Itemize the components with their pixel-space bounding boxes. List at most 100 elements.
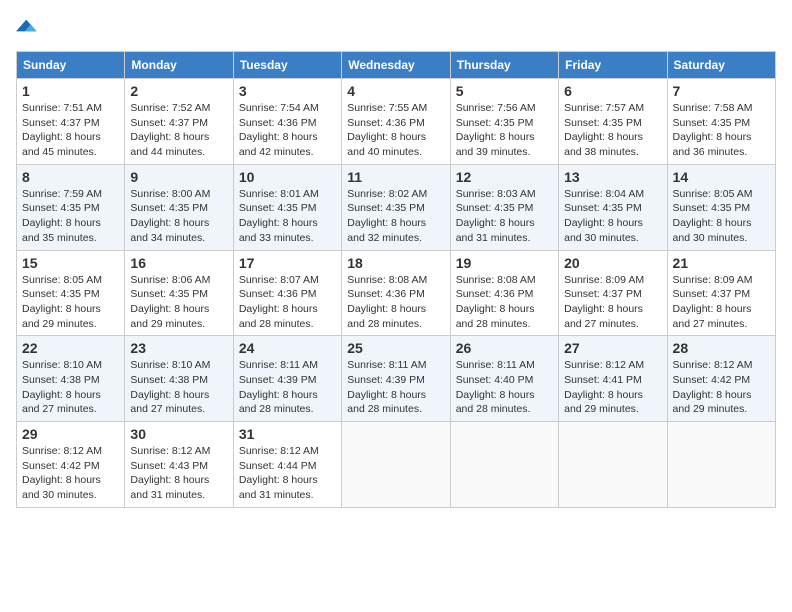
sunset-time: 4:35 PM — [603, 117, 642, 129]
sunset-time: 4:44 PM — [277, 460, 316, 472]
daylight-label: Daylight: 8 hours and 29 minutes. — [22, 303, 101, 330]
day-number: 8 — [22, 169, 119, 185]
logo-icon — [16, 16, 38, 38]
day-number: 19 — [456, 255, 553, 271]
sunset-label: Sunset: — [347, 202, 386, 214]
sunrise-time: 8:04 AM — [606, 188, 645, 200]
column-header-wednesday: Wednesday — [342, 52, 450, 79]
sunset-time: 4:35 PM — [494, 202, 533, 214]
day-info: Sunrise: 8:12 AM Sunset: 4:41 PM Dayligh… — [564, 358, 661, 417]
daylight-label: Daylight: 8 hours and 39 minutes. — [456, 131, 535, 158]
day-info: Sunrise: 8:09 AM Sunset: 4:37 PM Dayligh… — [564, 273, 661, 332]
sunset-time: 4:36 PM — [494, 288, 533, 300]
day-number: 25 — [347, 340, 444, 356]
sunrise-label: Sunrise: — [564, 274, 605, 286]
calendar-cell: 6 Sunrise: 7:57 AM Sunset: 4:35 PM Dayli… — [559, 79, 667, 165]
calendar-cell: 1 Sunrise: 7:51 AM Sunset: 4:37 PM Dayli… — [17, 79, 125, 165]
sunset-label: Sunset: — [130, 202, 169, 214]
sunset-label: Sunset: — [22, 288, 61, 300]
sunset-label: Sunset: — [456, 374, 495, 386]
sunrise-label: Sunrise: — [22, 359, 63, 371]
sunrise-label: Sunrise: — [564, 359, 605, 371]
sunrise-time: 8:08 AM — [497, 274, 536, 286]
calendar-cell: 8 Sunrise: 7:59 AM Sunset: 4:35 PM Dayli… — [17, 164, 125, 250]
day-number: 4 — [347, 83, 444, 99]
calendar-cell: 25 Sunrise: 8:11 AM Sunset: 4:39 PM Dayl… — [342, 336, 450, 422]
calendar-week-row: 22 Sunrise: 8:10 AM Sunset: 4:38 PM Dayl… — [17, 336, 776, 422]
sunrise-label: Sunrise: — [673, 274, 714, 286]
sunrise-label: Sunrise: — [22, 445, 63, 457]
day-number: 7 — [673, 83, 770, 99]
daylight-label: Daylight: 8 hours and 34 minutes. — [130, 217, 209, 244]
sunrise-time: 8:10 AM — [172, 359, 211, 371]
day-number: 16 — [130, 255, 227, 271]
sunrise-time: 8:11 AM — [497, 359, 535, 371]
sunset-label: Sunset: — [239, 288, 278, 300]
daylight-label: Daylight: 8 hours and 28 minutes. — [347, 389, 426, 416]
day-number: 6 — [564, 83, 661, 99]
sunset-time: 4:36 PM — [277, 117, 316, 129]
calendar-cell: 21 Sunrise: 8:09 AM Sunset: 4:37 PM Dayl… — [667, 250, 775, 336]
sunrise-time: 8:12 AM — [63, 445, 102, 457]
calendar-cell: 19 Sunrise: 8:08 AM Sunset: 4:36 PM Dayl… — [450, 250, 558, 336]
sunrise-time: 8:05 AM — [63, 274, 102, 286]
daylight-label: Daylight: 8 hours and 31 minutes. — [239, 474, 318, 501]
daylight-label: Daylight: 8 hours and 28 minutes. — [456, 303, 535, 330]
sunrise-time: 7:58 AM — [714, 102, 753, 114]
day-number: 13 — [564, 169, 661, 185]
day-number: 3 — [239, 83, 336, 99]
day-info: Sunrise: 8:12 AM Sunset: 4:42 PM Dayligh… — [22, 444, 119, 503]
daylight-label: Daylight: 8 hours and 30 minutes. — [22, 474, 101, 501]
page-header — [16, 16, 776, 43]
daylight-label: Daylight: 8 hours and 28 minutes. — [456, 389, 535, 416]
day-info: Sunrise: 8:12 AM Sunset: 4:44 PM Dayligh… — [239, 444, 336, 503]
calendar-cell — [450, 422, 558, 508]
sunset-time: 4:35 PM — [494, 117, 533, 129]
sunrise-time: 8:09 AM — [606, 274, 645, 286]
calendar-cell — [667, 422, 775, 508]
day-info: Sunrise: 7:52 AM Sunset: 4:37 PM Dayligh… — [130, 101, 227, 160]
sunset-time: 4:37 PM — [711, 288, 750, 300]
calendar-cell: 26 Sunrise: 8:11 AM Sunset: 4:40 PM Dayl… — [450, 336, 558, 422]
day-info: Sunrise: 8:08 AM Sunset: 4:36 PM Dayligh… — [456, 273, 553, 332]
calendar-cell: 2 Sunrise: 7:52 AM Sunset: 4:37 PM Dayli… — [125, 79, 233, 165]
sunrise-label: Sunrise: — [456, 188, 497, 200]
daylight-label: Daylight: 8 hours and 27 minutes. — [130, 389, 209, 416]
calendar-cell: 12 Sunrise: 8:03 AM Sunset: 4:35 PM Dayl… — [450, 164, 558, 250]
calendar-cell — [342, 422, 450, 508]
calendar-cell: 14 Sunrise: 8:05 AM Sunset: 4:35 PM Dayl… — [667, 164, 775, 250]
daylight-label: Daylight: 8 hours and 30 minutes. — [673, 217, 752, 244]
calendar-cell: 31 Sunrise: 8:12 AM Sunset: 4:44 PM Dayl… — [233, 422, 341, 508]
day-info: Sunrise: 8:00 AM Sunset: 4:35 PM Dayligh… — [130, 187, 227, 246]
day-number: 29 — [22, 426, 119, 442]
sunset-label: Sunset: — [673, 288, 712, 300]
day-number: 17 — [239, 255, 336, 271]
sunrise-time: 7:51 AM — [63, 102, 102, 114]
sunrise-label: Sunrise: — [456, 102, 497, 114]
sunrise-time: 8:08 AM — [389, 274, 428, 286]
sunset-label: Sunset: — [673, 374, 712, 386]
daylight-label: Daylight: 8 hours and 31 minutes. — [130, 474, 209, 501]
sunset-label: Sunset: — [456, 288, 495, 300]
calendar-header-row: SundayMondayTuesdayWednesdayThursdayFrid… — [17, 52, 776, 79]
day-info: Sunrise: 7:59 AM Sunset: 4:35 PM Dayligh… — [22, 187, 119, 246]
sunset-time: 4:35 PM — [603, 202, 642, 214]
day-info: Sunrise: 8:10 AM Sunset: 4:38 PM Dayligh… — [22, 358, 119, 417]
sunset-time: 4:35 PM — [61, 288, 100, 300]
day-number: 14 — [673, 169, 770, 185]
day-number: 27 — [564, 340, 661, 356]
sunset-label: Sunset: — [456, 117, 495, 129]
day-number: 18 — [347, 255, 444, 271]
daylight-label: Daylight: 8 hours and 40 minutes. — [347, 131, 426, 158]
sunrise-label: Sunrise: — [673, 102, 714, 114]
sunrise-label: Sunrise: — [239, 274, 280, 286]
sunrise-label: Sunrise: — [130, 445, 171, 457]
sunrise-label: Sunrise: — [239, 445, 280, 457]
day-info: Sunrise: 7:55 AM Sunset: 4:36 PM Dayligh… — [347, 101, 444, 160]
daylight-label: Daylight: 8 hours and 27 minutes. — [673, 303, 752, 330]
sunrise-time: 7:56 AM — [497, 102, 536, 114]
sunrise-label: Sunrise: — [564, 188, 605, 200]
column-header-monday: Monday — [125, 52, 233, 79]
calendar-cell: 23 Sunrise: 8:10 AM Sunset: 4:38 PM Dayl… — [125, 336, 233, 422]
calendar-cell: 5 Sunrise: 7:56 AM Sunset: 4:35 PM Dayli… — [450, 79, 558, 165]
